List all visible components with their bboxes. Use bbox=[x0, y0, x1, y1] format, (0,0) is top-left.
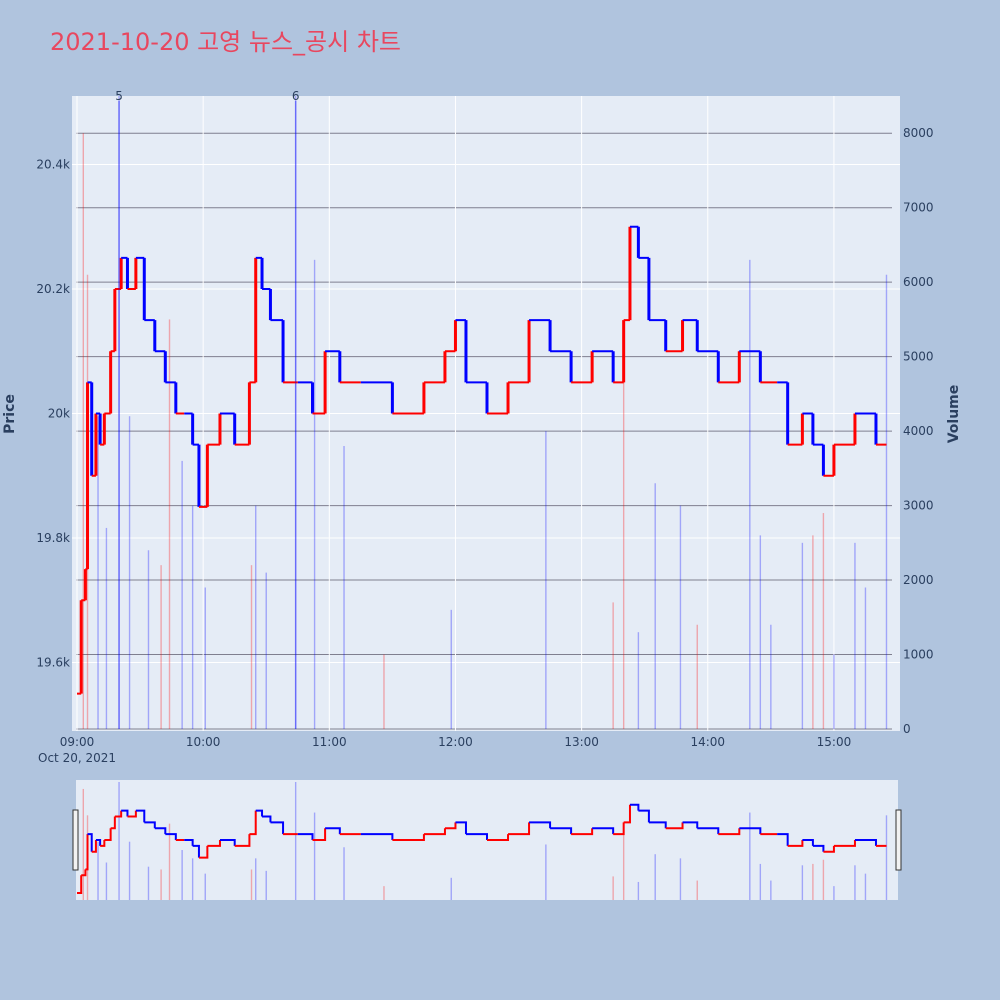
annotation-label: 5 bbox=[115, 89, 123, 103]
volume-tick-label: 1000 bbox=[903, 648, 934, 662]
price-tick-label: 19.6k bbox=[36, 656, 70, 670]
time-tick-label: 15:00 bbox=[817, 735, 852, 749]
volume-bar bbox=[679, 505, 682, 729]
volume-bar bbox=[168, 319, 171, 729]
volume-bar bbox=[160, 565, 162, 729]
time-tick-label: 13:00 bbox=[564, 735, 599, 749]
volume-tick-label: 2000 bbox=[903, 573, 934, 587]
volume-bar bbox=[833, 654, 835, 729]
volume-bar bbox=[250, 565, 253, 729]
price-tick-label: 20.2k bbox=[36, 282, 70, 296]
price-tick-label: 19.8k bbox=[36, 531, 70, 545]
volume-bar bbox=[97, 416, 99, 729]
volume-bar bbox=[191, 505, 194, 729]
range-slider-right-handle[interactable] bbox=[895, 809, 902, 871]
volume-tick-label: 3000 bbox=[903, 499, 934, 513]
volume-bar bbox=[749, 259, 751, 729]
volume-bar bbox=[545, 431, 547, 729]
volume-tick-label: 7000 bbox=[903, 201, 934, 215]
price-axis-title: Price bbox=[2, 394, 18, 434]
volume-bar bbox=[255, 505, 257, 729]
price-tick-label: 20k bbox=[48, 407, 70, 421]
volume-bar bbox=[265, 572, 267, 729]
volume-bar bbox=[801, 542, 804, 729]
volume-bar bbox=[759, 535, 762, 729]
volume-bar bbox=[885, 274, 888, 729]
volume-bar bbox=[822, 513, 825, 729]
volume-bar bbox=[313, 259, 316, 729]
volume-bar bbox=[343, 446, 345, 729]
volume-tick-label: 5000 bbox=[903, 350, 934, 364]
time-tick-label: 10:00 bbox=[186, 735, 221, 749]
volume-bar bbox=[696, 624, 698, 729]
annotation-label: 6 bbox=[292, 89, 300, 103]
volume-bar bbox=[128, 416, 131, 729]
volume-bar bbox=[204, 587, 206, 729]
volume-bar bbox=[622, 378, 625, 729]
time-tick-label: 09:00 bbox=[60, 735, 95, 749]
volume-bar bbox=[181, 460, 183, 729]
volume-axis: 0 1000 2000 3000 4000 5000 6000 7000 8000 bbox=[903, 126, 934, 736]
volume-bar bbox=[147, 550, 150, 729]
volume-bar bbox=[383, 654, 385, 729]
chart-canvas: 2021-10-20 고영 뉴스_공시 차트 5 6 19.6k 19.8k 20k 2… bbox=[2, 28, 962, 900]
volume-bar bbox=[105, 527, 108, 729]
volume-bar bbox=[612, 602, 614, 729]
time-axis: 09:00 10:00 11:00 12:00 13:00 14:00 15:00 bbox=[60, 735, 852, 749]
volume-bar bbox=[450, 609, 452, 729]
time-tick-label: 12:00 bbox=[438, 735, 473, 749]
volume-bar bbox=[854, 542, 856, 729]
volume-bar bbox=[770, 624, 772, 729]
volume-bar bbox=[82, 133, 85, 729]
price-tick-label: 20.4k bbox=[36, 157, 70, 171]
volume-bar bbox=[864, 587, 867, 729]
range-slider-left-handle[interactable] bbox=[72, 809, 79, 871]
volume-tick-label: 0 bbox=[903, 722, 911, 736]
volume-bar bbox=[654, 483, 656, 729]
time-tick-label: 11:00 bbox=[312, 735, 347, 749]
chart-title: 2021-10-20 고영 뉴스_공시 차트 bbox=[50, 28, 401, 56]
volume-tick-label: 8000 bbox=[903, 126, 934, 140]
volume-axis-title: Volume bbox=[946, 385, 962, 444]
price-axis: 19.6k 19.8k 20k 20.2k 20.4k bbox=[36, 157, 70, 669]
volume-tick-label: 4000 bbox=[903, 424, 934, 438]
volume-bar bbox=[637, 632, 640, 729]
volume-tick-label: 6000 bbox=[903, 275, 934, 289]
volume-bar bbox=[812, 535, 814, 729]
time-tick-label: 14:00 bbox=[690, 735, 725, 749]
date-label: Oct 20, 2021 bbox=[38, 751, 116, 765]
